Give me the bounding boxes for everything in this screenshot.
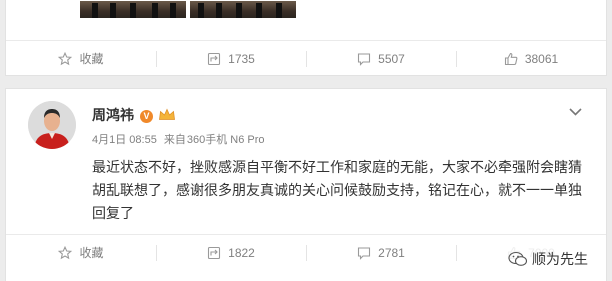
repost-button[interactable]: 1822 — [156, 235, 306, 270]
avatar[interactable] — [28, 101, 76, 149]
like-count: 38061 — [524, 51, 559, 66]
comment-icon — [358, 246, 371, 260]
crown-icon — [159, 108, 175, 120]
post-timestamp[interactable]: 4月1日 08:55 — [92, 134, 157, 146]
comment-count: 5507 — [378, 51, 405, 66]
verified-badge: V — [140, 110, 153, 123]
thumbs-up-icon — [504, 52, 518, 65]
comment-count: 2781 — [378, 245, 405, 260]
repost-count: 1822 — [228, 245, 255, 260]
post-source: 360手机 N6 Pro — [186, 134, 265, 146]
watermark-text: 顺为先生 — [532, 251, 588, 267]
favorite-label: 收藏 — [79, 52, 104, 66]
post-text: 最近状态不好，挫败感源自平衡不好工作和家庭的无能，大家不必牵强附会瞎猜胡乱联想了… — [92, 159, 582, 221]
repost-icon — [208, 52, 221, 65]
author-name[interactable]: 周鸿祎 — [92, 107, 134, 123]
repost-button[interactable]: 1735 — [156, 41, 306, 76]
like-button[interactable]: 38061 — [456, 41, 606, 76]
author-name-row: 周鸿祎 V — [92, 105, 176, 125]
comment-button[interactable]: 2781 — [306, 235, 456, 270]
post-photo[interactable] — [80, 1, 186, 18]
comment-button[interactable]: 5507 — [306, 41, 456, 76]
post-meta: 4月1日 08:55 来自360手机 N6 Pro — [92, 131, 265, 147]
source-prefix: 来自 — [163, 134, 186, 146]
post-photos — [80, 1, 296, 18]
post-photo[interactable] — [190, 1, 296, 18]
wechat-icon — [508, 251, 528, 266]
star-icon — [58, 51, 73, 65]
watermark: 顺为先生 — [506, 247, 592, 271]
favorite-button[interactable]: 收藏 — [6, 235, 156, 270]
chevron-down-icon[interactable] — [569, 103, 582, 121]
favorite-label: 收藏 — [79, 246, 104, 260]
previous-post-card: 收藏 1735 5507 38061 — [5, 0, 607, 76]
action-bar: 收藏 1735 5507 38061 — [6, 40, 606, 76]
favorite-button[interactable]: 收藏 — [6, 41, 156, 76]
repost-icon — [208, 246, 221, 259]
repost-count: 1735 — [228, 51, 255, 66]
star-icon — [58, 245, 73, 259]
comment-icon — [358, 52, 371, 66]
